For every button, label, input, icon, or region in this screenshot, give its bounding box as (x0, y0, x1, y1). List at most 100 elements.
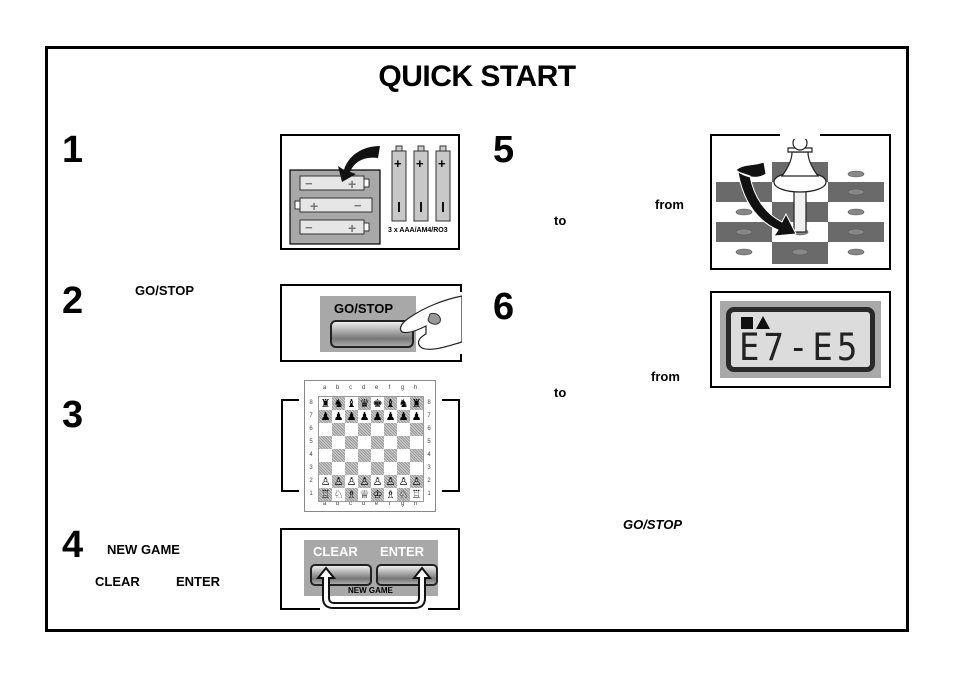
board-square (397, 449, 410, 462)
panel-clear-label: CLEAR (313, 544, 358, 559)
board-square (319, 423, 332, 436)
board-square: ♙ (371, 475, 384, 488)
board-square (384, 423, 397, 436)
board-square: ♙ (319, 475, 332, 488)
chess-piece-icon: ♖ (411, 488, 422, 501)
board-square (384, 462, 397, 475)
board-square (358, 436, 371, 449)
chess-piece-icon: ♔ (372, 488, 383, 501)
rank-labels-left: 8 7 6 5 4 3 2 1 (306, 396, 316, 500)
step-5-from-label: from (655, 197, 684, 212)
rank-label: 6 (309, 425, 313, 432)
chess-piece-icon: ♟ (359, 410, 370, 423)
board-square: ♟ (358, 410, 371, 423)
rank-label: 8 (427, 399, 431, 406)
board-square (410, 436, 423, 449)
step-5-to-label: to (554, 213, 567, 228)
file-label: h (413, 385, 418, 391)
double-arrow-icon (315, 566, 433, 609)
board-square (345, 462, 358, 475)
step-6-number: 6 (493, 286, 515, 328)
file-label: b (335, 385, 340, 391)
chess-piece-icon: ♟ (372, 410, 383, 423)
board-square: ♖ (410, 488, 423, 501)
lcd-move-display: E7-E5 (739, 326, 862, 370)
rank-label: 7 (427, 412, 431, 419)
board-square: ♙ (384, 475, 397, 488)
board-square (345, 423, 358, 436)
board-square (332, 423, 345, 436)
chess-piece-icon: ♜ (411, 397, 422, 410)
chess-piece-icon: ♝ (385, 397, 396, 410)
svg-text:+: + (348, 220, 356, 236)
board-square: ♜ (319, 397, 332, 410)
chess-piece-icon: ♟ (333, 410, 344, 423)
board-square (332, 462, 345, 475)
battery-compartment-cells: − + + − − + (294, 175, 373, 236)
board-square: ♔ (371, 488, 384, 501)
board-square: ♗ (345, 488, 358, 501)
board-square: ♛ (358, 397, 371, 410)
board-square: ♞ (397, 397, 410, 410)
board-square (371, 436, 384, 449)
board-square (384, 436, 397, 449)
board-square: ♚ (371, 397, 384, 410)
chess-piece-icon: ♗ (346, 488, 357, 501)
chess-piece-icon: ♟ (411, 410, 422, 423)
rank-label: 2 (309, 477, 313, 484)
rank-label: 6 (427, 425, 431, 432)
battery-type-label: 3 x AAA/AM4/RO3 (388, 227, 448, 234)
board-square: ♖ (319, 488, 332, 501)
board-square: ♟ (371, 410, 384, 423)
chessboard-illustration: abcdefgh abcdefgh 87654321 87654321 ♜ ♞ ♝ ♛… (304, 380, 436, 512)
svg-text:+: + (438, 156, 446, 171)
rank-label: 7 (309, 412, 313, 419)
chess-piece-icon: ♙ (333, 475, 344, 488)
chess-piece-icon: ♘ (398, 488, 409, 501)
chess-piece-icon: ♙ (372, 475, 383, 488)
rank-label: 8 (309, 399, 313, 406)
rank-label: 4 (427, 451, 431, 458)
rank-label: 5 (427, 438, 431, 445)
panel-enter-label: ENTER (380, 544, 425, 559)
rank-labels-right: 8 7 6 5 4 3 2 1 (424, 396, 434, 500)
chess-piece-icon: ♛ (359, 397, 370, 410)
step-3-number: 3 (62, 394, 84, 436)
rank-label: 1 (309, 490, 313, 497)
board-square: ♞ (332, 397, 345, 410)
rank-label: 5 (309, 438, 313, 445)
lcd-illustration: E7-E5 (710, 291, 891, 388)
chess-piece-icon: ♙ (411, 475, 422, 488)
board-square: ♟ (345, 410, 358, 423)
board-square: ♟ (332, 410, 345, 423)
board-square: ♝ (384, 397, 397, 410)
file-labels-top: a b c d e f g h (318, 383, 422, 393)
step-4-enter-key: ENTER (176, 574, 221, 589)
board-square: ♙ (397, 475, 410, 488)
chess-piece-icon: ♞ (333, 397, 344, 410)
chess-piece-icon: ♙ (346, 475, 357, 488)
finger-icon (399, 295, 462, 350)
step-1-number: 1 (62, 129, 84, 171)
chess-piece-icon: ♙ (398, 475, 409, 488)
board-square (319, 462, 332, 475)
chessboard: ♜ ♞ ♝ ♛ ♚ ♝ ♞ ♜ ♟ ♟ ♟ ♟ ♟ ♟ ♟ ♟ ♙ ♙ ♙ ♙ ♙ ♙ ♙ ♙ ♖ ♘ ♗ ♕ ♔ ♗ ♘ ♖ (318, 396, 424, 502)
board-square: ♘ (332, 488, 345, 501)
chess-piece-icon: ♙ (320, 475, 331, 488)
step-5-number: 5 (493, 129, 515, 171)
file-label: g (400, 385, 405, 391)
chess-piece-icon: ♜ (320, 397, 331, 410)
file-label: a (322, 385, 327, 391)
board-square: ♟ (397, 410, 410, 423)
rank-label: 3 (427, 464, 431, 471)
board-square: ♟ (410, 410, 423, 423)
svg-text:+: + (416, 156, 424, 171)
step-4-number: 4 (62, 524, 84, 566)
file-label: d (361, 385, 366, 391)
board-square: ♙ (345, 475, 358, 488)
chess-piece-icon: ♙ (385, 475, 396, 488)
board-square (371, 449, 384, 462)
battery-illustration: − + + − − + + + + 3 x AAA/AM4/RO3 (280, 134, 460, 250)
board-square (410, 423, 423, 436)
rank-label: 2 (427, 477, 431, 484)
